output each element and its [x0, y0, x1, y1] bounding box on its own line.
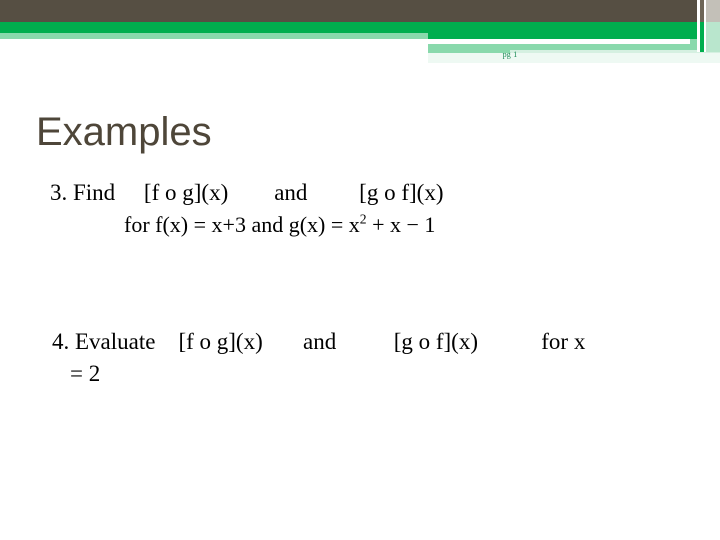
header-green-band-left: [0, 22, 428, 33]
header-green-band-right: [428, 22, 720, 39]
header-brown-band: [0, 0, 720, 22]
problem-3-line-2-text: for f(x) = x+3 and g(x) = x: [124, 212, 360, 237]
header-stripe-gray: [706, 0, 720, 22]
problem-3-line-2: for f(x) = x+3 and g(x) = x2 + x − 1: [124, 210, 435, 240]
slide: pg 1 Examples 3. Find [f o g](x) and [g …: [0, 0, 720, 540]
header-lower-stripe-light-green: [706, 22, 720, 52]
header-light-green-band-left: [0, 33, 428, 39]
problem-3-line-1: 3. Find [f o g](x) and [g o f](x): [50, 180, 444, 205]
header-page-label: pg 1: [502, 50, 518, 59]
problem-3-line-2-tail: + x − 1: [366, 212, 436, 237]
page-title: Examples: [36, 110, 212, 154]
problem-4-line-1: 4. Evaluate [f o g](x) and [g o f](x) fo…: [52, 329, 586, 354]
problem-3-exponent: 2: [359, 211, 367, 227]
problem-4-line-2: = 2: [70, 361, 101, 386]
header-faint-band: [428, 53, 720, 63]
